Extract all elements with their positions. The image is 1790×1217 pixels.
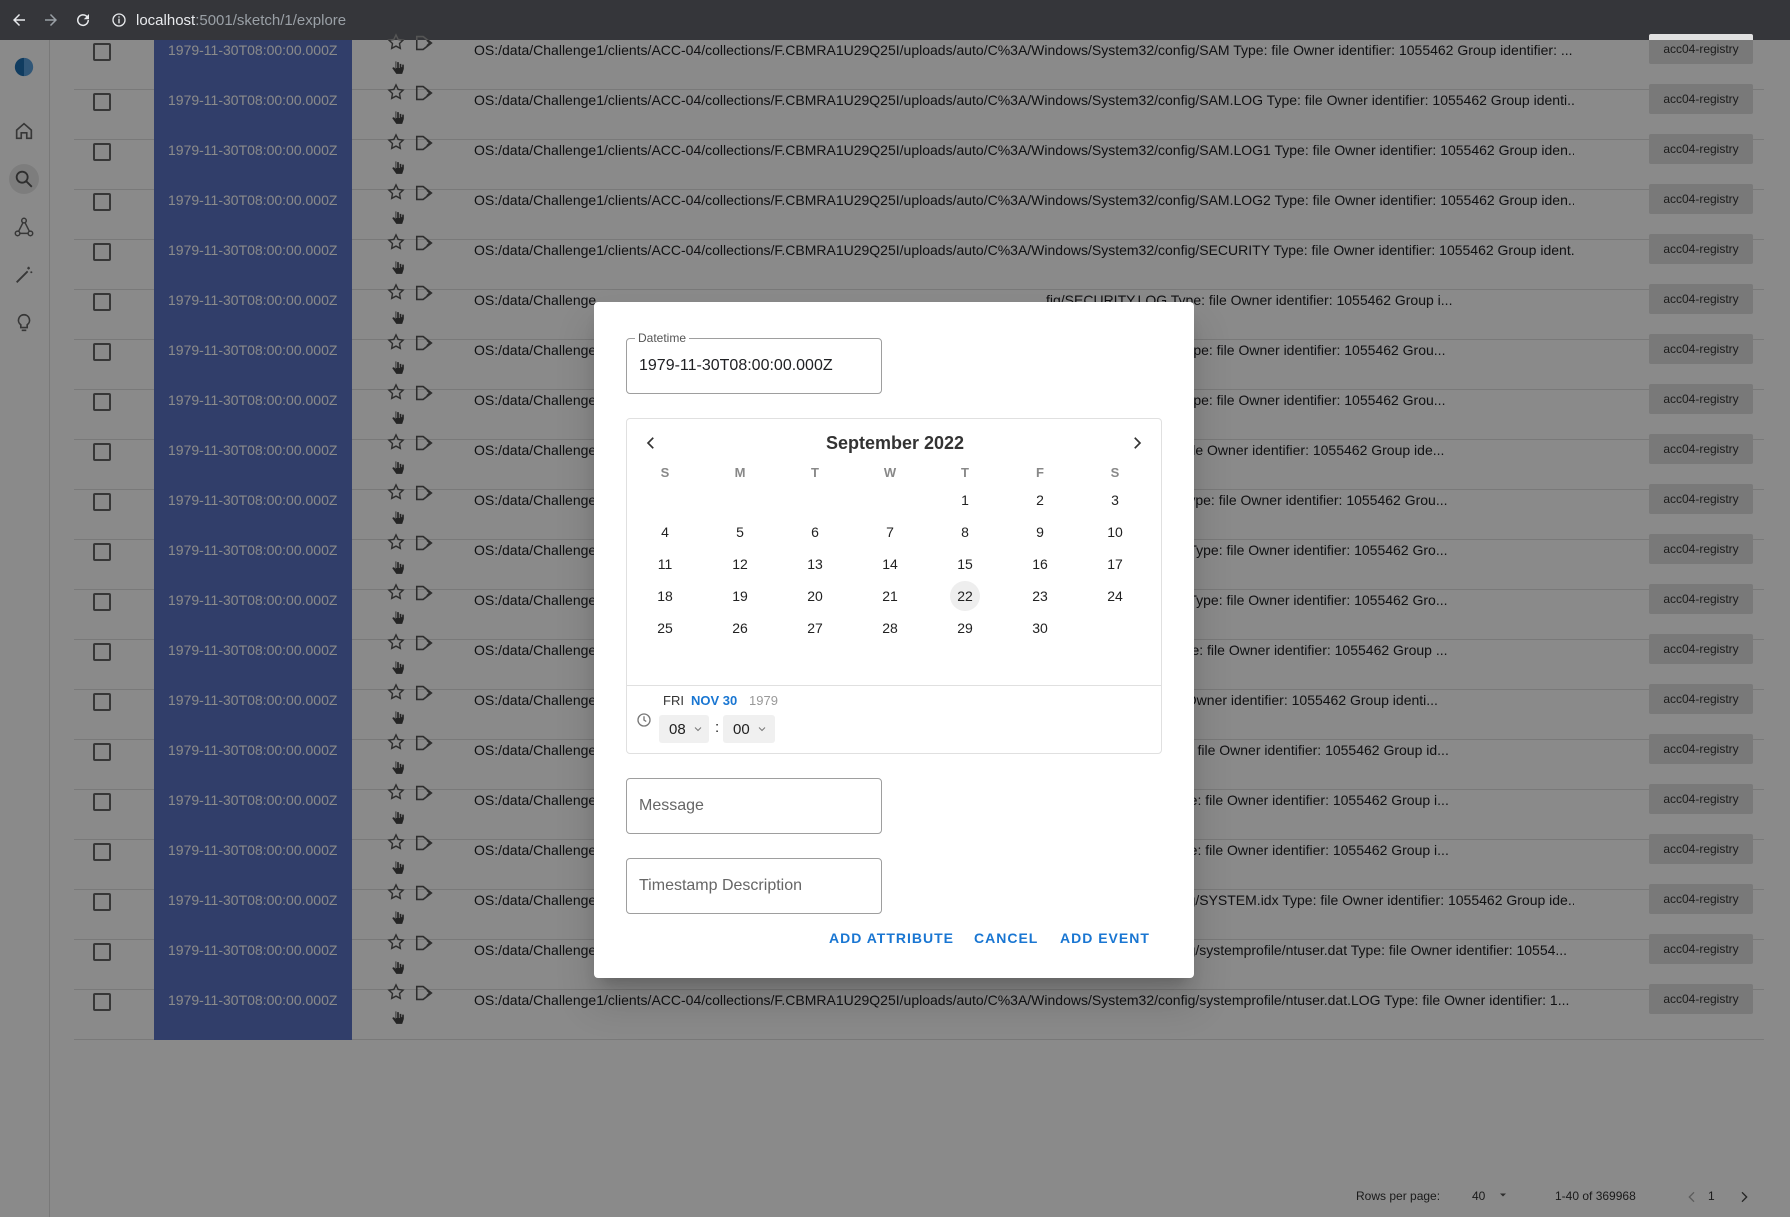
add-attribute-button[interactable]: ADD ATTRIBUTE [829, 930, 954, 950]
chevron-down-icon [758, 727, 766, 732]
selected-year[interactable]: 1979 [749, 693, 778, 708]
calendar-day[interactable]: 19 [725, 581, 755, 611]
forward-icon[interactable] [38, 7, 64, 33]
calendar-day[interactable]: 13 [800, 549, 830, 579]
weekday-header: W [883, 465, 897, 480]
calendar-day[interactable]: 6 [800, 517, 830, 547]
browser-toolbar: localhost:5001/sketch/1/explore [0, 0, 1790, 40]
selected-weekday: FRI [663, 693, 684, 708]
calendar-day[interactable]: 24 [1100, 581, 1130, 611]
site-info-icon[interactable] [110, 11, 128, 29]
calendar-day[interactable]: 11 [650, 549, 680, 579]
calendar-day[interactable]: 10 [1100, 517, 1130, 547]
calendar-day[interactable]: 3 [1100, 485, 1130, 515]
calendar-day[interactable]: 4 [650, 517, 680, 547]
weekday-header: S [1110, 465, 1120, 480]
timestamp-description-field[interactable] [626, 858, 882, 914]
weekday-header: T [811, 465, 819, 480]
calendar-day[interactable]: 21 [875, 581, 905, 611]
calendar-day[interactable]: 12 [725, 549, 755, 579]
calendar-day[interactable]: 8 [950, 517, 980, 547]
add-event-button[interactable]: ADD EVENT [1060, 930, 1150, 950]
calendar-day[interactable]: 5 [725, 517, 755, 547]
hour-value: 08 [669, 720, 686, 738]
weekday-header: M [734, 465, 746, 480]
calendar-day[interactable]: 7 [875, 517, 905, 547]
calendar-day[interactable]: 30 [1025, 613, 1055, 643]
calendar-day[interactable]: 29 [950, 613, 980, 643]
add-event-dialog: Datetime 1979-11-30T08:00:00.000Z Septem… [594, 302, 1194, 978]
weekday-header: S [660, 465, 670, 480]
time-separator: : [715, 719, 720, 736]
calendar-day[interactable]: 23 [1025, 581, 1055, 611]
timestamp-description-input[interactable] [628, 860, 880, 912]
chevron-down-icon [694, 727, 702, 732]
weekday-header: F [1036, 465, 1044, 480]
clock-icon [637, 713, 651, 727]
picker-divider [627, 685, 1161, 686]
minute-select[interactable]: 00 [723, 715, 775, 743]
url-path: :5001/sketch/1/explore [195, 11, 347, 29]
calendar-day[interactable]: 2 [1025, 485, 1055, 515]
calendar-day[interactable]: 20 [800, 581, 830, 611]
address-bar[interactable]: localhost:5001/sketch/1/explore [136, 12, 346, 29]
calendar-day[interactable]: 15 [950, 549, 980, 579]
calendar-day[interactable]: 25 [650, 613, 680, 643]
datetime-label: Datetime [635, 331, 690, 345]
hour-select[interactable]: 08 [659, 715, 709, 743]
calendar-day[interactable]: 26 [725, 613, 755, 643]
calendar-day[interactable]: 28 [875, 613, 905, 643]
calendar-day[interactable]: 1 [950, 485, 980, 515]
calendar-month-label: September 2022 [825, 433, 965, 453]
calendar-day[interactable]: 18 [650, 581, 680, 611]
calendar-day[interactable]: 27 [800, 613, 830, 643]
message-input[interactable] [628, 780, 880, 832]
calendar-day[interactable]: 17 [1100, 549, 1130, 579]
date-time-picker: September 2022 SMTWTFS 1 2 3 4 5 6 7 8 9 10 11 12 13… [626, 418, 1162, 754]
calendar-day[interactable]: 14 [875, 549, 905, 579]
weekday-header: T [961, 465, 969, 480]
cancel-button[interactable]: CANCEL [974, 930, 1038, 950]
calendar-day[interactable]: 16 [1025, 549, 1055, 579]
selected-month-day[interactable]: NOV 30 [691, 693, 737, 708]
url-host: localhost [136, 11, 196, 29]
calendar-day[interactable]: 9 [1025, 517, 1055, 547]
message-field[interactable] [626, 778, 882, 834]
minute-value: 00 [733, 720, 750, 738]
next-month-icon[interactable] [1123, 429, 1151, 457]
back-icon[interactable] [6, 7, 32, 33]
datetime-value: 1979-11-30T08:00:00.000Z [639, 357, 833, 374]
datetime-field[interactable]: Datetime 1979-11-30T08:00:00.000Z [626, 331, 882, 394]
calendar-day[interactable]: 22 [950, 581, 980, 611]
reload-icon[interactable] [70, 7, 96, 33]
